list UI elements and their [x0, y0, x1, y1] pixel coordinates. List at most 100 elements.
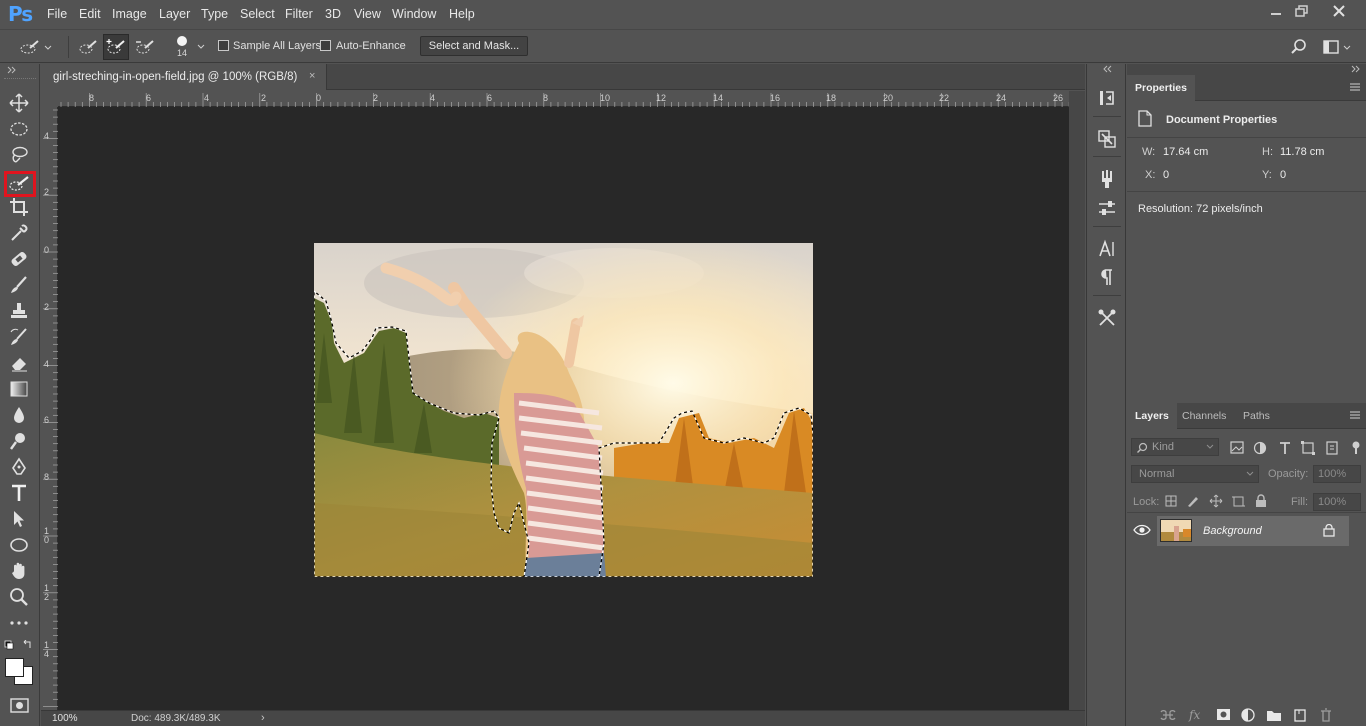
- fill-label: Fill:: [1291, 496, 1309, 508]
- tab-properties[interactable]: Properties: [1127, 75, 1195, 101]
- auto-enhance-checkbox[interactable]: [320, 40, 331, 51]
- subtract-from-selection-icon[interactable]: [134, 38, 156, 56]
- menu-layer[interactable]: Layer: [159, 7, 190, 21]
- ruler-label: 8: [89, 93, 95, 103]
- menu-view[interactable]: View: [354, 7, 381, 21]
- document-tab[interactable]: girl-streching-in-open-field.jpg @ 100% …: [41, 64, 327, 90]
- ruler-horizontal[interactable]: 8 6 4 2 0 2 4 6 8 10 12 14 16 18 20 22 2…: [58, 91, 1069, 107]
- paragraph-panel-icon[interactable]: [1097, 267, 1117, 287]
- close-tab-icon[interactable]: ×: [309, 70, 315, 82]
- menu-file[interactable]: File: [47, 7, 67, 21]
- more-tools-icon[interactable]: [8, 612, 30, 634]
- zoom-tool-icon[interactable]: [8, 586, 30, 608]
- sample-all-layers-checkbox[interactable]: [218, 40, 229, 51]
- menu-bar: Ps File Edit Image Layer Type Select Fil…: [0, 0, 1366, 28]
- minimize-button[interactable]: [1264, 2, 1288, 20]
- brush-size-picker[interactable]: 14: [172, 34, 208, 60]
- dodge-tool-icon[interactable]: [8, 430, 30, 452]
- menu-edit[interactable]: Edit: [79, 7, 101, 21]
- search-icon[interactable]: [1290, 38, 1308, 56]
- collapse-toolbar-icon[interactable]: [6, 66, 34, 74]
- menu-window[interactable]: Window: [392, 7, 436, 21]
- default-colors-icon[interactable]: [4, 640, 34, 650]
- eraser-tool-icon[interactable]: [8, 352, 30, 374]
- select-and-mask-button[interactable]: Select and Mask...: [420, 36, 528, 56]
- new-selection-icon[interactable]: [77, 38, 99, 56]
- fill-field[interactable]: 100%: [1313, 493, 1361, 511]
- document-image[interactable]: [314, 243, 813, 577]
- lasso-tool-icon[interactable]: [8, 144, 30, 166]
- clone-stamp-tool-icon[interactable]: [8, 300, 30, 322]
- move-tool-icon[interactable]: [8, 92, 30, 114]
- opacity-field[interactable]: 100%: [1313, 465, 1361, 483]
- pen-tool-icon[interactable]: [8, 456, 30, 478]
- blur-tool-icon[interactable]: [8, 404, 30, 426]
- menu-help[interactable]: Help: [449, 7, 475, 21]
- crop-tool-icon[interactable]: [8, 196, 30, 218]
- vertical-scrollbar[interactable]: [1069, 91, 1085, 710]
- tab-channels[interactable]: Channels: [1174, 403, 1234, 429]
- menu-image[interactable]: Image: [112, 7, 147, 21]
- ruler-origin[interactable]: [41, 91, 58, 107]
- brush-tool-icon[interactable]: [8, 274, 30, 296]
- history-panel-icon[interactable]: [1097, 88, 1117, 108]
- layer-name: Background: [1203, 525, 1262, 537]
- expand-panels-icon[interactable]: [1101, 65, 1115, 73]
- collapse-dock-icon[interactable]: [1350, 65, 1362, 73]
- ruler-label: 2: [373, 93, 379, 103]
- history-brush-tool-icon[interactable]: [8, 326, 30, 348]
- panel-menu-icon[interactable]: [1350, 82, 1360, 92]
- healing-brush-tool-icon[interactable]: [8, 248, 30, 270]
- divider: [1127, 512, 1366, 513]
- workspace-switcher-icon[interactable]: [1322, 38, 1354, 56]
- hand-tool-icon[interactable]: [8, 560, 30, 582]
- menu-select[interactable]: Select: [240, 7, 275, 21]
- foreground-color-swatch[interactable]: [5, 658, 24, 677]
- add-to-selection-icon[interactable]: [103, 34, 129, 60]
- close-button[interactable]: [1327, 2, 1351, 20]
- divider: [1093, 295, 1121, 296]
- ruler-vertical[interactable]: 4 2 0 2 4 6 8 1 0 1 2 1 4: [41, 107, 58, 710]
- quick-selection-tool-icon[interactable]: [4, 171, 36, 197]
- menu-type[interactable]: Type: [201, 7, 228, 21]
- properties-panel: Properties Document Properties W: 17.64 …: [1127, 75, 1366, 399]
- adjustments-panel-icon[interactable]: [1097, 198, 1117, 218]
- lock-options-icons[interactable]: [1164, 494, 1272, 508]
- menu-filter[interactable]: Filter: [285, 7, 313, 21]
- menu-3d[interactable]: 3D: [325, 7, 341, 21]
- clone-source-panel-icon[interactable]: [1097, 129, 1117, 149]
- photo-girl-stretching-in-field: [314, 243, 813, 577]
- restore-button[interactable]: [1290, 2, 1314, 20]
- ruler-label: 2: [261, 93, 267, 103]
- ruler-label: 4: [204, 93, 210, 103]
- brush-settings-panel-icon[interactable]: [1097, 169, 1117, 189]
- layers-footer-icons[interactable]: fx: [1160, 707, 1366, 723]
- ellipse-tool-icon[interactable]: [8, 534, 30, 556]
- blend-mode-select[interactable]: Normal: [1131, 465, 1259, 483]
- tab-paths[interactable]: Paths: [1235, 403, 1278, 429]
- color-swatches[interactable]: [5, 658, 35, 686]
- layer-row-background[interactable]: Background: [1157, 516, 1349, 546]
- photoshop-logo: Ps: [8, 2, 33, 26]
- layer-visibility-eye-icon[interactable]: [1133, 524, 1151, 536]
- width-value: 17.64 cm: [1163, 146, 1209, 158]
- eyedropper-tool-icon[interactable]: [8, 222, 30, 244]
- elliptical-marquee-tool-icon[interactable]: [8, 118, 30, 140]
- zoom-level-field[interactable]: 100%: [52, 713, 78, 724]
- character-panel-icon[interactable]: [1097, 239, 1117, 259]
- tool-presets-panel-icon[interactable]: [1097, 308, 1117, 328]
- tab-layers[interactable]: Layers: [1127, 403, 1177, 429]
- status-menu-arrow-icon[interactable]: ›: [261, 712, 265, 724]
- fill-value: 100%: [1318, 496, 1347, 508]
- gradient-tool-icon[interactable]: [8, 378, 30, 400]
- layer-filter-icons[interactable]: [1230, 441, 1360, 455]
- layer-filter-kind-select[interactable]: Kind: [1131, 438, 1219, 456]
- tool-preset-picker[interactable]: [18, 38, 54, 56]
- search-icon: [1137, 442, 1148, 453]
- tools-panel: [0, 64, 40, 726]
- panel-menu-icon[interactable]: [1350, 410, 1360, 420]
- path-selection-tool-icon[interactable]: [8, 508, 30, 530]
- quick-mask-icon[interactable]: [10, 698, 30, 714]
- opacity-label: Opacity:: [1268, 468, 1309, 480]
- type-tool-icon[interactable]: [8, 482, 30, 504]
